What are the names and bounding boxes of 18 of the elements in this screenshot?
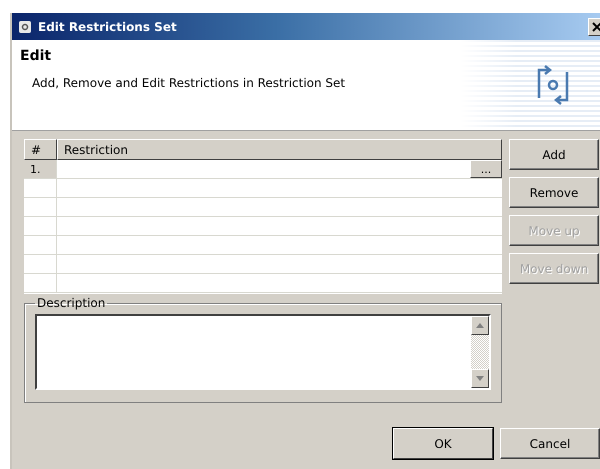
row-number: 1.	[24, 160, 57, 178]
header-subtitle: Add, Remove and Edit Restrictions in Restriction Set	[31, 76, 346, 90]
scroll-down-icon[interactable]	[476, 376, 484, 381]
description-field[interactable]	[35, 314, 491, 390]
refresh-icon	[536, 64, 570, 106]
scrollbar[interactable]	[471, 316, 489, 388]
app-icon	[18, 20, 32, 34]
header-title: Edit	[20, 48, 52, 64]
window-title: Edit Restrictions Set	[38, 20, 178, 34]
action-button[interactable]: Remove	[509, 177, 599, 208]
column-header[interactable]: #	[24, 139, 57, 160]
cancel-button[interactable]: Cancel	[500, 428, 600, 459]
action-button[interactable]: Add	[509, 139, 599, 170]
browse-button[interactable]: ...	[470, 160, 502, 178]
scroll-up-icon[interactable]	[476, 323, 484, 328]
ok-button[interactable]: OK	[393, 428, 493, 459]
group-label: Description	[36, 296, 106, 310]
column-header[interactable]: Restriction	[57, 139, 502, 160]
